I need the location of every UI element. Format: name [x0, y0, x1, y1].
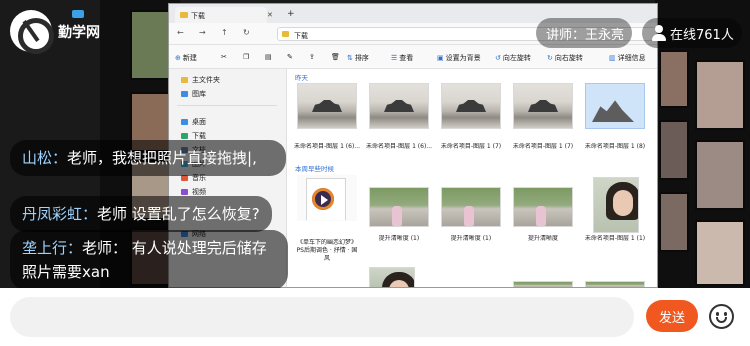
- sidebar-divider: [177, 105, 277, 106]
- close-tab-icon[interactable]: ✕: [267, 11, 273, 19]
- send-button[interactable]: 发送: [646, 300, 698, 332]
- desktop-icon: [181, 119, 188, 125]
- emoji-eye: [716, 312, 719, 316]
- file-name: 未命名项目-图层 1 (6)...: [366, 143, 432, 150]
- chat-username: 山松：: [22, 149, 68, 167]
- new-button[interactable]: ⊕ 新建: [175, 53, 197, 63]
- rotate-right-button[interactable]: ↻ 向右旋转: [547, 53, 583, 63]
- details-button[interactable]: ▥ 详细信息: [609, 53, 646, 63]
- refresh-icon[interactable]: ↻: [243, 28, 250, 37]
- file-thumbnail[interactable]: [297, 83, 357, 129]
- file-thumbnail[interactable]: [369, 267, 415, 287]
- plus-icon: ⊕: [175, 54, 181, 62]
- lecturer-badge: 讲师：王永亮: [536, 18, 632, 48]
- share-icon[interactable]: ⇪: [309, 53, 315, 61]
- file-name: 未命名项目-图层 1 (6)...: [294, 143, 360, 150]
- rotate-right-icon: ↻: [547, 54, 553, 62]
- rename-icon[interactable]: ✎: [287, 53, 293, 61]
- gallery-icon: [181, 91, 188, 97]
- online-count: 在线761人: [670, 28, 734, 43]
- command-bar: ⊕ 新建 ✂ ❐ ▤ ✎ ⇪ 🗑 ⇅ 排序 ☰ 查看 ▣ 设置为背景 ↺ 向左旋转 ↻ 向右…: [169, 45, 657, 69]
- chat-input-bar: 发送: [0, 288, 750, 346]
- emoji-mouth: [716, 317, 727, 323]
- chat-text: 老师，我想把照片直接拖拽|,: [67, 149, 257, 167]
- paste-icon[interactable]: ▤: [265, 53, 272, 61]
- emoji-eye: [724, 312, 727, 316]
- up-arrow-icon[interactable]: ↑: [221, 28, 228, 37]
- chat-text: 老师 设置乱了怎么恢复?: [97, 205, 260, 223]
- set-as-background-button[interactable]: ▣ 设置为背景: [437, 53, 481, 63]
- play-icon: [321, 195, 328, 205]
- video-icon: [181, 189, 188, 195]
- file-list-area: 昨天 未命名项目-图层 1 (6)... 未命名项目-图层 1 (6)... 未…: [287, 69, 657, 287]
- file-thumbnail[interactable]: [441, 83, 501, 129]
- group-header-earlier-this-week[interactable]: 本周早些时候: [295, 163, 334, 173]
- file-name: 提升清晰度 (1): [378, 235, 420, 242]
- view-button[interactable]: ☰ 查看: [391, 53, 413, 63]
- sidebar-item-desktop[interactable]: 桌面: [181, 117, 206, 127]
- folder-icon: [282, 31, 289, 37]
- folder-icon: [180, 12, 188, 18]
- tab-label: 下载: [191, 12, 205, 20]
- file-name: 未命名项目-图层 1 (7): [440, 143, 502, 150]
- sort-button[interactable]: ⇅ 排序: [347, 53, 369, 63]
- download-icon: [181, 133, 188, 139]
- file-thumbnail[interactable]: [369, 187, 429, 227]
- rotate-left-icon: ↺: [495, 54, 501, 62]
- chat-message: 山松：老师，我想把照片直接拖拽|,: [10, 140, 286, 176]
- home-icon: [181, 77, 188, 83]
- chat-username: 丹凤彩虹：: [22, 205, 98, 223]
- online-count-badge: 在线761人: [642, 18, 742, 48]
- file-name: 未命名项目-图层 1 (1): [584, 235, 646, 242]
- user-icon: [652, 25, 666, 41]
- sidebar-item-home[interactable]: 主文件夹: [181, 75, 220, 85]
- sidebar-item-gallery[interactable]: 图库: [181, 89, 206, 99]
- chat-message: 丹凤彩虹：老师 设置乱了怎么恢复?: [10, 196, 272, 232]
- chat-message: 垄上行：老师： 有人说处理完后储存照片需要xan: [10, 230, 288, 290]
- file-thumbnail[interactable]: [585, 281, 645, 287]
- address-text: 下载: [294, 32, 308, 40]
- brand-logo-icon: [10, 10, 54, 54]
- sort-icon: ⇅: [347, 54, 353, 62]
- chat-username: 垄上行：: [22, 239, 83, 257]
- new-tab-icon[interactable]: +: [287, 9, 295, 19]
- wallpaper-icon: ▣: [437, 54, 444, 62]
- graduation-cap-icon: [72, 10, 84, 18]
- file-name: 提升清晰度: [527, 235, 558, 242]
- file-thumbnail-selected[interactable]: [585, 83, 645, 129]
- brand-name: 勤学网: [58, 25, 100, 41]
- view-icon: ☰: [391, 54, 398, 62]
- file-name: 未命名项目-图层 1 (7): [512, 143, 574, 150]
- file-thumbnail[interactable]: [593, 177, 639, 233]
- details-icon: ▥: [609, 54, 616, 62]
- forward-arrow-icon[interactable]: →: [199, 28, 206, 37]
- chat-input[interactable]: [10, 297, 634, 337]
- file-name: 《单车下的幽恋幻梦》PS后期调色 · 抒情 · 国风: [296, 239, 358, 262]
- file-thumbnail[interactable]: [513, 187, 573, 227]
- file-thumbnail[interactable]: [441, 187, 501, 227]
- rotate-left-button[interactable]: ↺ 向左旋转: [495, 53, 531, 63]
- file-thumbnail[interactable]: [297, 175, 357, 221]
- tab-downloads[interactable]: 下载: [175, 7, 267, 23]
- file-thumbnail[interactable]: [513, 281, 573, 287]
- file-thumbnail[interactable]: [513, 83, 573, 129]
- copy-icon[interactable]: ❐: [243, 53, 249, 61]
- delete-icon[interactable]: 🗑: [331, 53, 340, 61]
- file-name: 提升清晰度 (1): [450, 235, 492, 242]
- file-name: 未命名项目-图层 1 (8): [584, 143, 646, 150]
- back-arrow-icon[interactable]: ←: [177, 28, 184, 37]
- group-header-yesterday[interactable]: 昨天: [295, 72, 308, 82]
- cut-icon[interactable]: ✂: [221, 53, 227, 61]
- emoji-icon[interactable]: [709, 304, 734, 329]
- file-thumbnail[interactable]: [369, 83, 429, 129]
